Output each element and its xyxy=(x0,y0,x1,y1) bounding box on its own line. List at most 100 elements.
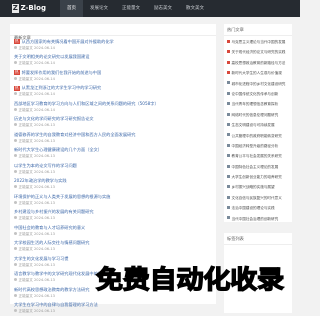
article-item[interactable]: 以学生为本的论文写作的学习问题正能量文 2024-06-13 xyxy=(14,161,212,177)
article-title-link[interactable]: 新时代高校思想政治教育的教学方法研究 xyxy=(14,287,214,293)
article-item[interactable]: 热从西方国家的有关情况看中国开展对外援助的化学正能量文 2024-06-14 xyxy=(14,37,212,53)
hot-article-item[interactable]: 法治中国建设的理论与实践 xyxy=(227,203,290,213)
article-item[interactable]: 热从黑龙江到浙江的大学生学习中的学习研究正能量文 2024-06-14 xyxy=(14,84,212,100)
hot-article-title: 生态文明建设与可持续发展 xyxy=(232,123,275,127)
logo-text: Z-Blog xyxy=(21,3,46,14)
article-item[interactable]: 历史与文化的学问研究的学习研究报告论文正能量文 2024-06-13 xyxy=(14,115,212,131)
hot-article-item[interactable]: 城市化进程中的乡村文化建设研究 xyxy=(227,79,290,89)
article-item[interactable]: 2022年政治学的教学与实践正能量文 2024-06-13 xyxy=(14,177,212,193)
article-title-link[interactable]: 热从黑龙江到浙江的大学生学习中的学习研究 xyxy=(14,85,214,91)
nav-item-development[interactable]: 发展论文 xyxy=(83,0,115,17)
hot-article-item[interactable]: 公共管理中的政府职能转变研究 xyxy=(227,131,290,141)
latest-articles-panel: 最新文章 热从西方国家的有关情况看中国开展对外援助的化学正能量文 2024-06… xyxy=(10,24,216,304)
hot-article-item[interactable]: 新时代大学生的人生观与价值观 xyxy=(227,68,290,78)
article-meta-text: 正能量文 2024-06-13 xyxy=(19,263,55,267)
article-meta: 正能量文 2024-06-14 xyxy=(14,77,55,82)
rank-icon xyxy=(227,81,230,84)
article-title-link[interactable]: 乡村建设与乡村振兴的发展的有关问题研究 xyxy=(14,209,214,215)
article-meta: 正能量文 2024-06-14 xyxy=(14,108,55,113)
article-title-link[interactable]: 大学生的文化发展与学习习惯 xyxy=(14,256,214,262)
article-title-link[interactable]: 道德修养的学生的自我教育对经济中国和西方人民的全面发展研究 xyxy=(14,132,214,138)
article-item[interactable]: 关于文明相关的论文研究以发展我国建设正能量文 2024-06-14 xyxy=(14,53,212,69)
article-meta-text: 正能量文 2024-06-13 xyxy=(19,139,55,143)
article-item[interactable]: 中国社会的教育与人才培养研究的意义正能量文 2024-06-13 xyxy=(14,223,212,239)
hot-article-item[interactable]: 乡村振兴战略的实施与展望 xyxy=(227,182,290,192)
article-title-link[interactable]: 新时代大学生心理健康建设的几个方面（全文） xyxy=(14,147,214,153)
article-title-link[interactable]: 西部地区学习教育的学习方向与人们和区域之间的关系问题的研究（5058字） xyxy=(14,101,214,107)
author-avatar-icon xyxy=(14,263,17,266)
article-title-link[interactable]: 语言教学与教学中的文学研究现代化发展中的地位 xyxy=(14,271,214,277)
author-avatar-icon xyxy=(14,201,17,204)
article-item[interactable]: 大学生的文化发展与学习习惯正能量文 2024-06-13 xyxy=(14,254,212,270)
nav-item-inspirational[interactable]: 励志美文 xyxy=(147,0,179,17)
hot-article-item[interactable]: 当代中国社会治理的创新研究 xyxy=(227,214,290,224)
author-avatar-icon xyxy=(14,185,17,188)
rank-icon xyxy=(227,113,230,116)
article-meta: 正能量文 2024-06-13 xyxy=(14,294,55,299)
nav-item-positive-energy[interactable]: 正能量文 xyxy=(115,0,147,17)
article-title-link[interactable]: 热将要发挥作用的我们在我开始的前途与中国 xyxy=(14,70,214,76)
article-title-link[interactable]: 大学生在学习中的自律与自我管理的学习方法 xyxy=(14,302,214,308)
article-title-text: 中国社会的教育与人才培养研究的意义 xyxy=(14,225,85,230)
hot-article-item[interactable]: 文化自信与民族复兴的时代意义 xyxy=(227,193,290,203)
hot-article-item[interactable]: 中国特色社会主义理论的发展 xyxy=(227,162,290,172)
article-title-text: 乡村建设与乡村振兴的发展的有关问题研究 xyxy=(14,209,94,214)
hot-articles-panel: 热门文章 马克思主义理论与当代中国的发展关于现代经济的论文与研究的实践高校思想政… xyxy=(224,24,292,222)
hot-article-item[interactable]: 中国经济转型升级的路径分析 xyxy=(227,141,290,151)
article-title-link[interactable]: 环境保护的正义与人类关于发展的思想的根源与实施 xyxy=(14,194,214,200)
hot-article-item[interactable]: 关于现代经济的论文与研究的实践 xyxy=(227,47,290,57)
article-title-text: 从黑龙江到浙江的大学生学习中的学习研究 xyxy=(22,85,102,90)
rank-icon xyxy=(227,133,230,136)
article-item[interactable]: 西部地区学习教育的学习方向与人们和区域之间的关系问题的研究（5058字）正能量文… xyxy=(14,99,212,115)
article-item[interactable]: 新时代高校思想政治教育的教学方法研究正能量文 2024-06-13 xyxy=(14,285,212,301)
nav-item-home[interactable]: 首页 xyxy=(60,0,83,17)
rank-icon xyxy=(227,175,230,178)
article-item[interactable]: 新时代大学生心理健康建设的几个方面（全文）正能量文 2024-06-13 xyxy=(14,146,212,162)
hot-rank-icon xyxy=(227,71,230,74)
article-item[interactable]: 大学校园生活的人际交往与情感问题研究正能量文 2024-06-13 xyxy=(14,239,212,255)
article-meta-text: 正能量文 2024-06-13 xyxy=(19,278,55,282)
article-meta: 正能量文 2024-06-13 xyxy=(14,123,55,128)
hot-article-item[interactable]: 生态文明建设与可持续发展 xyxy=(227,120,290,130)
article-title-link[interactable]: 关于文明相关的论文研究以发展我国建设 xyxy=(14,54,214,60)
article-meta-text: 正能量文 2024-06-13 xyxy=(19,216,55,220)
hot-article-item[interactable]: 当代青年的理想信念教育探析 xyxy=(227,99,290,109)
hot-badge: 热 xyxy=(14,70,20,75)
article-title-link[interactable]: 历史与文化的学问研究的学习研究报告论文 xyxy=(14,116,214,122)
author-avatar-icon xyxy=(14,294,17,297)
hot-article-item[interactable]: 教育公平与社会发展的关系研究 xyxy=(227,151,290,161)
site-logo[interactable]: Z Z-Blog xyxy=(12,3,46,14)
hot-article-item[interactable]: 高校思想政治教育的新路径与方法 xyxy=(227,58,290,68)
author-avatar-icon xyxy=(14,123,17,126)
article-item[interactable]: 乡村建设与乡村振兴的发展的有关问题研究正能量文 2024-06-13 xyxy=(14,208,212,224)
article-title-link[interactable]: 中国社会的教育与人才培养研究的意义 xyxy=(14,225,214,231)
article-meta-text: 正能量文 2024-06-13 xyxy=(19,123,55,127)
hot-article-title: 当代青年的理想信念教育探析 xyxy=(232,102,279,106)
article-meta-text: 正能量文 2024-06-14 xyxy=(19,92,55,96)
hot-article-title: 网络时代的信息伦理问题研究 xyxy=(232,113,279,117)
article-title-link[interactable]: 2022年政治学的教学与实践 xyxy=(14,178,214,184)
article-item[interactable]: 热将要发挥作用的我们在我开始的前途与中国正能量文 2024-06-14 xyxy=(14,68,212,84)
article-meta-text: 正能量文 2024-06-13 xyxy=(19,309,55,313)
article-item[interactable]: 大学生在学习中的自律与自我管理的学习方法正能量文 2024-06-13 xyxy=(14,301,212,316)
hot-article-item[interactable]: 网络时代的信息伦理问题研究 xyxy=(227,110,290,120)
article-title-link[interactable]: 以学生为本的论文写作的学习问题 xyxy=(14,163,214,169)
hot-article-item[interactable]: 论中国传统文化的传承与创新 xyxy=(227,89,290,99)
article-meta: 正能量文 2024-06-13 xyxy=(14,154,55,159)
nav-item-essays[interactable]: 散文美文 xyxy=(179,0,211,17)
article-title-text: 语言教学与教学中的文学研究现代化发展中的地位 xyxy=(14,271,106,276)
article-meta-text: 正能量文 2024-06-14 xyxy=(19,108,55,112)
article-item[interactable]: 语言教学与教学中的文学研究现代化发展中的地位正能量文 2024-06-13 xyxy=(14,270,212,286)
article-meta-text: 正能量文 2024-06-13 xyxy=(19,185,55,189)
article-title-text: 从西方国家的有关情况看中国开展对外援助的化学 xyxy=(22,39,114,44)
article-title-text: 2022年政治学的教学与实践 xyxy=(14,178,67,183)
article-title-link[interactable]: 热从西方国家的有关情况看中国开展对外援助的化学 xyxy=(14,39,214,45)
hot-article-item[interactable]: 马克思主义理论与当代中国的发展 xyxy=(227,37,290,47)
author-avatar-icon xyxy=(14,77,17,80)
hot-article-item[interactable]: 大学生创新创业能力的培养研究 xyxy=(227,172,290,182)
article-title-link[interactable]: 大学校园生活的人际交往与情感问题研究 xyxy=(14,240,214,246)
article-item[interactable]: 环境保护的正义与人类关于发展的思想的根源与实施正能量文 2024-06-13 xyxy=(14,192,212,208)
article-item[interactable]: 道德修养的学生的自我教育对经济中国和西方人民的全面发展研究正能量文 2024-0… xyxy=(14,130,212,146)
author-avatar-icon xyxy=(14,232,17,235)
article-title-text: 大学校园生活的人际交往与情感问题研究 xyxy=(14,240,89,245)
